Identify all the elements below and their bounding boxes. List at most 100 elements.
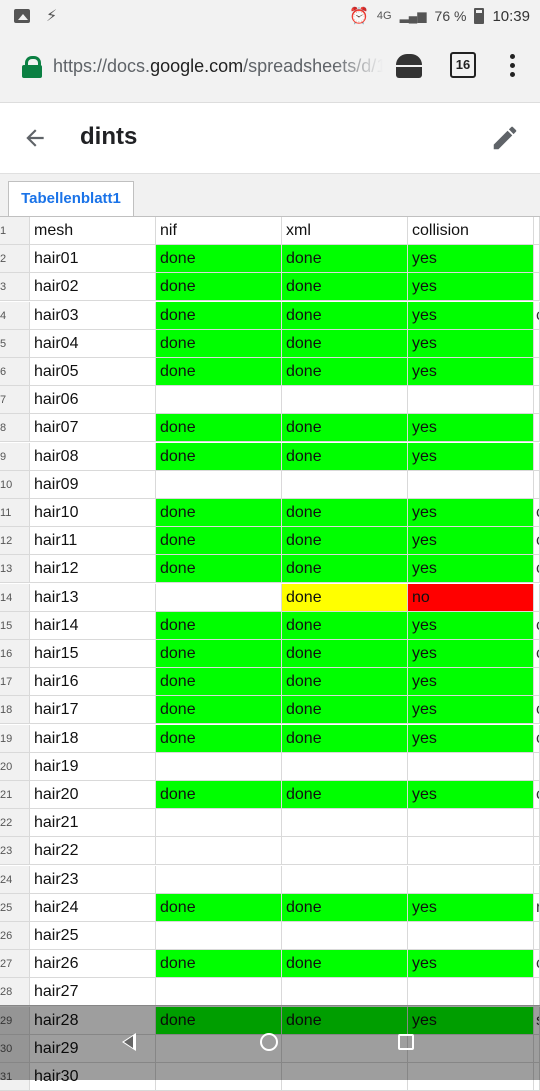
cell-xml[interactable]: done — [282, 640, 408, 668]
nav-back-icon[interactable] — [122, 1033, 136, 1051]
cell-nif[interactable]: done — [156, 781, 282, 809]
row-number[interactable]: 26 — [0, 922, 30, 950]
cell-mesh[interactable]: hair14 — [30, 611, 156, 640]
cell-mesh[interactable]: hair09 — [30, 470, 156, 499]
cell-overflow[interactable] — [534, 978, 540, 1007]
cell-collision[interactable]: yes — [408, 499, 534, 527]
cell-mesh[interactable]: hair19 — [30, 752, 156, 781]
cell-mesh[interactable]: hair16 — [30, 668, 156, 697]
nav-home-icon[interactable] — [260, 1033, 278, 1051]
cell-collision[interactable]: yes — [408, 640, 534, 668]
cell-collision[interactable]: yes — [408, 555, 534, 584]
row-number[interactable]: 21 — [0, 781, 30, 809]
row-number[interactable]: 7 — [0, 386, 30, 415]
cell-xml[interactable]: done — [282, 893, 408, 922]
cell-overflow[interactable] — [534, 358, 540, 386]
row-number[interactable]: 8 — [0, 414, 30, 443]
cell-collision[interactable]: yes — [408, 893, 534, 922]
cell-nif[interactable]: done — [156, 499, 282, 527]
cell-nif[interactable]: done — [156, 893, 282, 922]
cell-overflow[interactable] — [534, 414, 540, 443]
cell-collision[interactable] — [408, 837, 534, 866]
cell-xml[interactable] — [282, 809, 408, 838]
cell-nif[interactable] — [156, 470, 282, 499]
cell-nif[interactable]: done — [156, 668, 282, 697]
lock-icon[interactable] — [22, 56, 42, 78]
sheet-tab-tabellenblatt1[interactable]: Tabellenblatt1 — [8, 181, 134, 216]
row-number[interactable]: 5 — [0, 329, 30, 358]
cell-nif[interactable]: done — [156, 724, 282, 753]
row-number[interactable]: 19 — [0, 724, 30, 753]
column-header-collision[interactable]: collision — [408, 217, 534, 245]
cell-overflow[interactable]: c — [534, 555, 540, 584]
cell-xml[interactable]: done — [282, 414, 408, 443]
cell-xml[interactable]: done — [282, 611, 408, 640]
cell-mesh[interactable]: hair27 — [30, 978, 156, 1007]
cell-mesh[interactable]: hair21 — [30, 809, 156, 838]
cell-xml[interactable]: done — [282, 273, 408, 302]
cell-mesh[interactable]: hair07 — [30, 414, 156, 443]
cell-overflow[interactable] — [534, 273, 540, 302]
cell-collision[interactable] — [408, 978, 534, 1007]
row-number[interactable]: 13 — [0, 555, 30, 584]
row-number[interactable]: 17 — [0, 668, 30, 697]
cell-overflow[interactable]: c — [534, 724, 540, 753]
edit-pencil-icon[interactable] — [490, 123, 520, 153]
cell-nif[interactable]: done — [156, 273, 282, 302]
cell-overflow[interactable]: c — [534, 950, 540, 979]
cell-overflow[interactable] — [534, 386, 540, 415]
row-number[interactable]: 3 — [0, 273, 30, 302]
cell-nif[interactable] — [156, 978, 282, 1007]
cell-nif[interactable]: done — [156, 555, 282, 584]
column-header-xml[interactable]: xml — [282, 217, 408, 245]
cell-nif[interactable]: done — [156, 245, 282, 274]
cell-xml[interactable]: done — [282, 724, 408, 753]
row-number[interactable]: 23 — [0, 837, 30, 866]
cell-nif[interactable]: done — [156, 696, 282, 725]
cell-xml[interactable]: done — [282, 950, 408, 979]
nav-recents-icon[interactable] — [398, 1034, 414, 1050]
cell-overflow[interactable]: c — [534, 781, 540, 809]
cell-overflow[interactable] — [534, 442, 540, 471]
cell-mesh[interactable]: hair08 — [30, 442, 156, 471]
android-app-icon[interactable] — [396, 54, 422, 78]
cell-overflow[interactable]: c — [534, 640, 540, 668]
cell-collision[interactable]: yes — [408, 950, 534, 979]
cell-overflow[interactable] — [534, 668, 540, 697]
cell-collision[interactable] — [408, 922, 534, 950]
cell-xml[interactable] — [282, 922, 408, 950]
cell-overflow[interactable] — [534, 837, 540, 866]
column-header-mesh[interactable]: mesh — [30, 217, 156, 245]
cell-nif[interactable]: done — [156, 527, 282, 556]
cell-xml[interactable] — [282, 470, 408, 499]
cell-mesh[interactable]: hair03 — [30, 301, 156, 330]
cell-mesh[interactable]: hair01 — [30, 245, 156, 274]
tab-switcher-button[interactable]: 16 — [450, 52, 476, 78]
cell-xml[interactable]: done — [282, 696, 408, 725]
cell-collision[interactable]: yes — [408, 527, 534, 556]
cell-xml[interactable]: done — [282, 499, 408, 527]
cell-xml[interactable]: done — [282, 781, 408, 809]
cell-mesh[interactable]: hair02 — [30, 273, 156, 302]
cell-collision[interactable] — [408, 386, 534, 415]
row-number[interactable]: 28 — [0, 978, 30, 1007]
row-number[interactable]: 22 — [0, 809, 30, 838]
cell-collision[interactable] — [408, 470, 534, 499]
cell-collision[interactable]: yes — [408, 611, 534, 640]
cell-xml[interactable] — [282, 865, 408, 894]
row-number[interactable]: 14 — [0, 583, 30, 612]
cell-mesh[interactable]: hair06 — [30, 386, 156, 415]
row-number[interactable]: 27 — [0, 950, 30, 979]
cell-collision[interactable]: yes — [408, 329, 534, 358]
cell-overflow[interactable]: c — [534, 527, 540, 556]
cell-nif[interactable]: done — [156, 301, 282, 330]
cell-xml[interactable] — [282, 837, 408, 866]
cell-collision[interactable]: yes — [408, 301, 534, 330]
cell-collision[interactable]: yes — [408, 273, 534, 302]
cell-xml[interactable]: done — [282, 245, 408, 274]
cell-nif[interactable]: done — [156, 950, 282, 979]
cell-collision[interactable]: yes — [408, 724, 534, 753]
cell-nif[interactable] — [156, 386, 282, 415]
cell-collision[interactable]: yes — [408, 358, 534, 386]
cell-mesh[interactable]: hair13 — [30, 583, 156, 612]
